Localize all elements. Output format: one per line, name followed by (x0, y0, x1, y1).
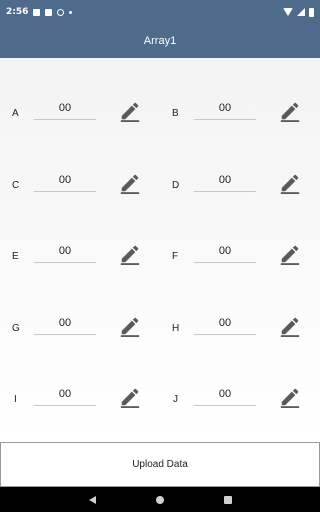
dot-icon (69, 10, 73, 14)
value-field[interactable]: 00 (34, 384, 96, 406)
edit-icon[interactable] (279, 172, 301, 194)
value-field[interactable]: 00 (34, 241, 96, 263)
edit-icon[interactable] (119, 315, 141, 337)
status-right (283, 7, 314, 17)
value-field[interactable]: 00 (34, 98, 96, 120)
cell-b: B 00 (160, 94, 320, 134)
value-field[interactable]: 00 (194, 170, 256, 192)
battery-icon (309, 7, 314, 17)
value-field[interactable]: 00 (34, 170, 96, 192)
upload-data-button[interactable]: Upload Data (0, 442, 320, 487)
value-field[interactable]: 00 (194, 313, 256, 335)
cell-label: F (172, 251, 179, 262)
home-icon[interactable] (155, 495, 164, 504)
edit-icon[interactable] (279, 100, 301, 122)
cell-label: A (12, 108, 19, 119)
edit-icon[interactable] (279, 243, 301, 265)
edit-icon[interactable] (279, 315, 301, 337)
cell-a: A 00 (0, 94, 160, 134)
recent-apps-icon[interactable] (223, 495, 232, 504)
cell-i: I 00 (0, 380, 160, 420)
navigation-bar (0, 487, 320, 512)
value-field[interactable]: 00 (34, 313, 96, 335)
circle-icon (57, 8, 65, 16)
back-icon[interactable] (88, 495, 96, 504)
cell-h: H 00 (160, 309, 320, 349)
cell-f: F 00 (160, 237, 320, 277)
value-field[interactable]: 00 (194, 98, 256, 120)
cell-g: G 00 (0, 309, 160, 349)
upload-button-label: Upload Data (132, 459, 188, 470)
value-field[interactable]: 00 (194, 241, 256, 263)
cell-label: D (172, 180, 180, 191)
edit-icon[interactable] (279, 386, 301, 408)
value-field[interactable]: 00 (194, 384, 256, 406)
page-title: Array1 (143, 35, 177, 47)
wifi-icon (283, 8, 293, 16)
status-bar: 2:56 (0, 0, 320, 24)
square-icon (45, 8, 53, 16)
cell-label: J (173, 394, 178, 405)
cell-label: I (14, 394, 17, 405)
array-grid: A 00 B 00 C 00 D 00 E 00 F 00 G 00 H 00 … (0, 58, 320, 442)
status-time: 2:56 (6, 7, 29, 17)
cell-e: E 00 (0, 237, 160, 277)
edit-icon[interactable] (119, 172, 141, 194)
signal-icon (297, 8, 305, 16)
cell-label: G (12, 323, 20, 334)
cell-label: C (12, 180, 20, 191)
cell-d: D 00 (160, 166, 320, 206)
cell-label: B (172, 108, 179, 119)
edit-icon[interactable] (119, 243, 141, 265)
app-bar: Array1 (0, 24, 320, 58)
edit-icon[interactable] (119, 100, 141, 122)
cell-label: E (12, 251, 19, 262)
status-left: 2:56 (6, 7, 73, 17)
cell-c: C 00 (0, 166, 160, 206)
sim-card-icon (33, 8, 41, 16)
cell-j: J 00 (160, 380, 320, 420)
edit-icon[interactable] (119, 386, 141, 408)
cell-label: H (172, 323, 180, 334)
